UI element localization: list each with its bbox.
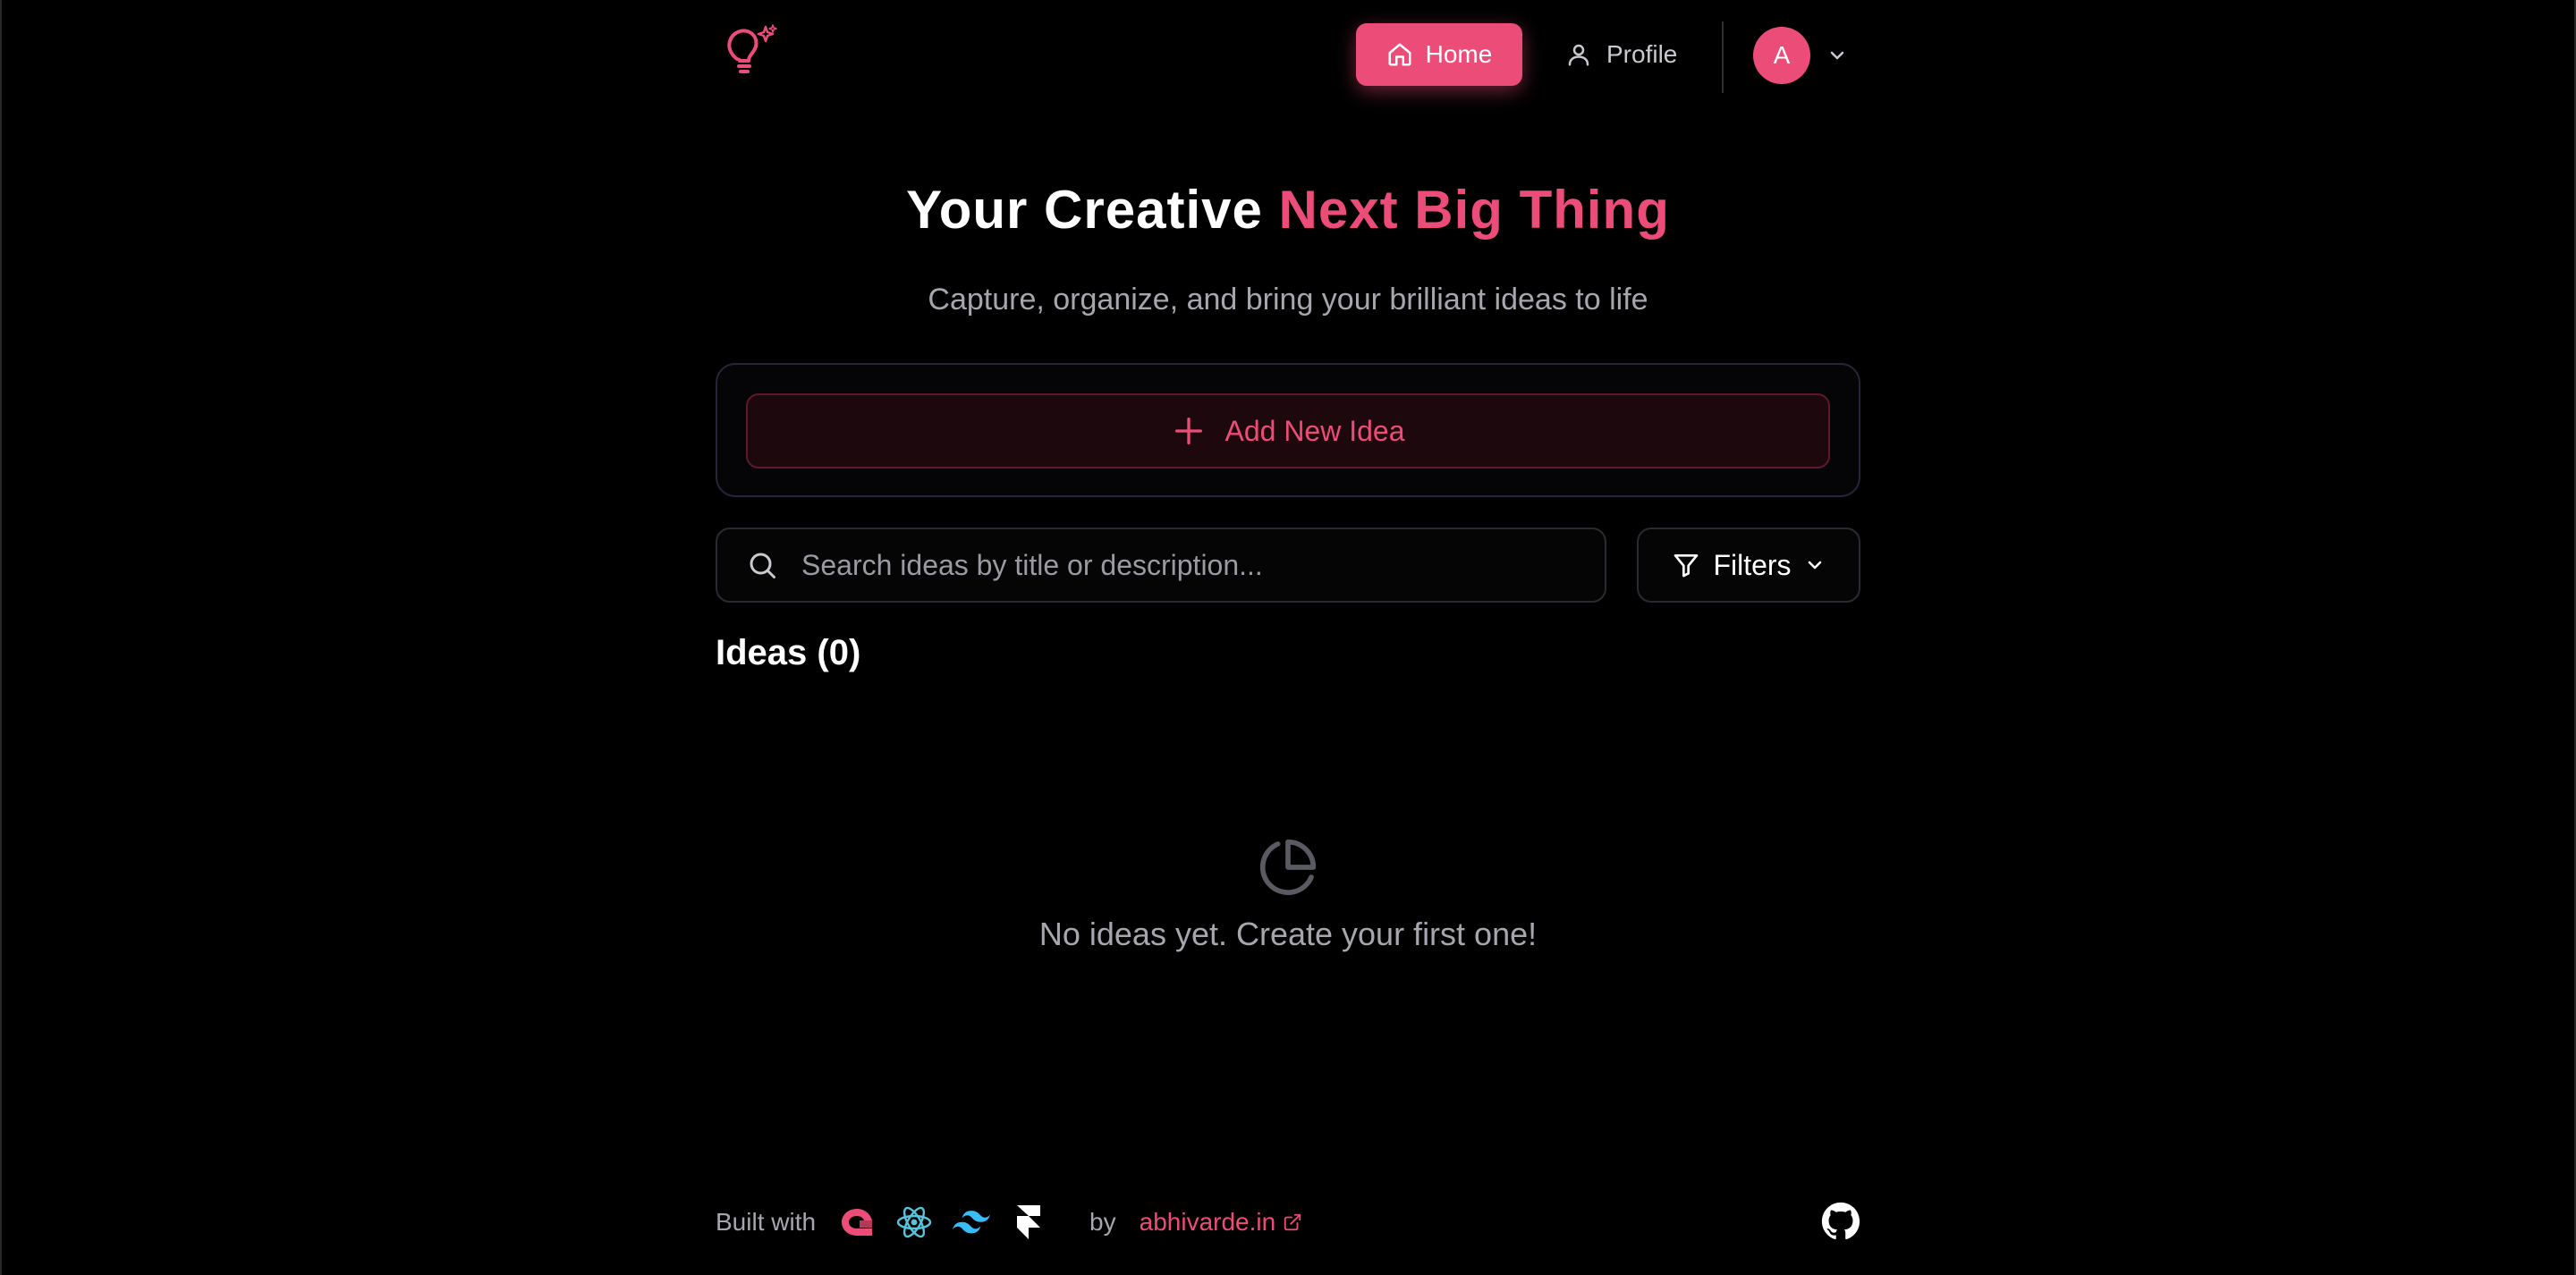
search-box xyxy=(716,528,1606,603)
ideas-heading: Ideas (0) xyxy=(716,633,861,672)
filters-button[interactable]: Filters xyxy=(1637,528,1860,603)
built-with-label: Built with xyxy=(716,1208,817,1236)
window-edge-left xyxy=(0,0,2,1275)
react-icon[interactable] xyxy=(894,1203,934,1242)
tailwind-icon[interactable] xyxy=(952,1203,991,1242)
chevron-down-icon xyxy=(1808,561,1821,570)
search-icon xyxy=(750,553,775,578)
top-navbar: Home Profile A xyxy=(716,21,1860,93)
appwrite-icon[interactable] xyxy=(837,1203,877,1242)
add-new-idea-label: Add New Idea xyxy=(1224,414,1405,447)
page-title-accent: Next Big Thing xyxy=(1278,180,1670,240)
author-link-label: abhivarde.in xyxy=(1139,1208,1276,1236)
footer: Built with by abhivarde.in xyxy=(716,1198,1860,1246)
avatar[interactable]: A xyxy=(1753,27,1810,84)
nav-home-button[interactable]: Home xyxy=(1356,23,1522,86)
plus-icon xyxy=(1175,418,1203,444)
empty-state-message: No ideas yet. Create your first one! xyxy=(1038,916,1538,952)
author-link[interactable]: abhivarde.in xyxy=(1140,1208,1303,1237)
filter-icon xyxy=(1674,554,1699,578)
user-menu-trigger[interactable]: A xyxy=(1753,27,1848,84)
main-container: Home Profile A Your Creative Next Big Th… xyxy=(716,0,1860,1275)
pie-chart-icon xyxy=(1259,839,1317,895)
nav-profile-button[interactable]: Profile xyxy=(1544,23,1723,86)
by-label: by xyxy=(1089,1208,1116,1236)
add-new-idea-button[interactable]: Add New Idea xyxy=(746,393,1830,469)
nav-home-label: Home xyxy=(1425,40,1493,68)
search-input[interactable] xyxy=(800,547,1590,583)
page-title-main: Your Creative xyxy=(906,180,1263,240)
lightbulb-sparkle-icon[interactable] xyxy=(723,23,778,79)
filters-label: Filters xyxy=(1713,548,1792,581)
page-title: Your Creative Next Big Thing xyxy=(716,179,1860,241)
page-subtitle: Capture, organize, and bring your brilli… xyxy=(928,283,1648,317)
nav-divider xyxy=(1722,21,1724,93)
framer-icon[interactable] xyxy=(1009,1203,1048,1242)
home-icon xyxy=(1388,43,1411,66)
external-link-icon xyxy=(1284,1213,1301,1231)
nav-profile-label: Profile xyxy=(1606,40,1678,68)
user-icon xyxy=(1568,44,1589,66)
add-idea-card: Add New Idea xyxy=(716,363,1860,497)
github-icon[interactable] xyxy=(1821,1202,1860,1241)
chevron-down-icon xyxy=(1830,51,1844,60)
app-page: Home Profile A Your Creative Next Big Th… xyxy=(0,0,2576,1275)
